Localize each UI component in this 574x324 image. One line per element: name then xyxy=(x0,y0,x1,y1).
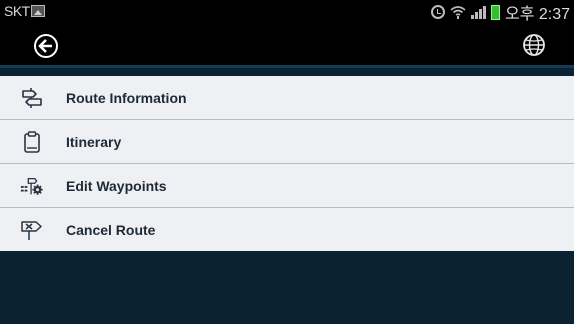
status-icons: 오후 2:37 xyxy=(430,2,570,23)
battery-icon xyxy=(490,4,500,20)
menu-item-cancel-route[interactable]: Cancel Route xyxy=(0,208,574,251)
menu-item-label: Route Information xyxy=(66,89,187,106)
menu-item-label: Cancel Route xyxy=(66,221,156,238)
clipboard-icon xyxy=(20,130,44,154)
globe-icon xyxy=(523,34,545,56)
menu-item-label: Itinerary xyxy=(66,133,122,150)
cancel-signpost-icon xyxy=(20,218,44,242)
action-bar xyxy=(0,24,574,68)
image-notification-icon xyxy=(31,5,45,17)
wifi-icon xyxy=(450,4,466,20)
carrier-label: SKT xyxy=(4,3,30,19)
menu-item-route-information[interactable]: Route Information xyxy=(0,76,574,120)
clock: 오후 2:37 xyxy=(504,6,570,23)
back-button[interactable] xyxy=(34,34,58,58)
menu-item-itinerary[interactable]: Itinerary xyxy=(0,120,574,164)
status-bar: SKT 오후 2:37 xyxy=(0,0,574,24)
waypoint-gear-icon xyxy=(20,174,44,198)
globe-button[interactable] xyxy=(522,33,546,57)
back-arrow-circle-icon xyxy=(38,39,52,53)
menu-item-label: Edit Waypoints xyxy=(66,177,167,194)
alarm-icon xyxy=(430,5,445,19)
route-signpost-icon xyxy=(20,86,44,110)
menu-item-edit-waypoints[interactable]: Edit Waypoints xyxy=(0,164,574,208)
route-menu: Route Information Itinerary Edit Waypoin… xyxy=(0,76,574,251)
signal-icon xyxy=(470,5,486,19)
